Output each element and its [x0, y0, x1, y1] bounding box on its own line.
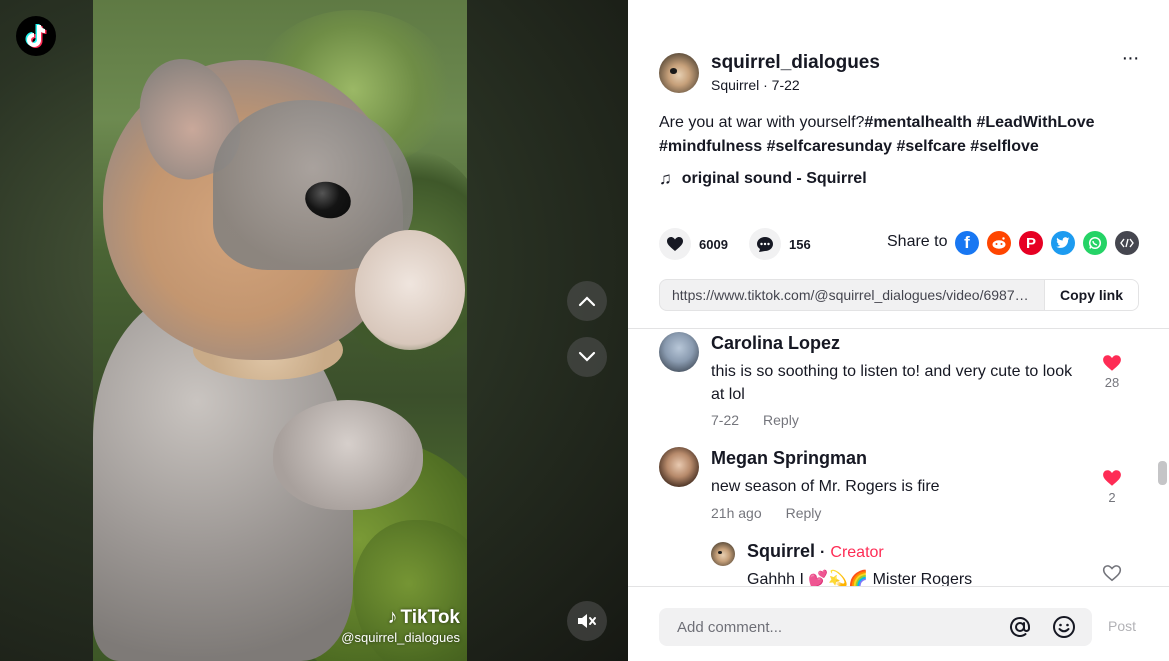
- author-avatar[interactable]: [659, 53, 699, 93]
- comment-stat: 156: [749, 228, 811, 260]
- chevron-up-icon: [578, 296, 596, 307]
- video-link-box: https://www.tiktok.com/@squirrel_dialogu…: [659, 279, 1139, 311]
- like-stat: 6009: [659, 228, 728, 260]
- comments-scrollbar[interactable]: [1158, 461, 1167, 485]
- watermark-handle: @squirrel_dialogues: [341, 630, 460, 645]
- squirrel-paw: [273, 400, 423, 510]
- commenter-avatar[interactable]: [659, 332, 699, 372]
- whatsapp-icon[interactable]: [1083, 231, 1107, 255]
- reply-author-avatar[interactable]: [711, 542, 735, 566]
- comment-text: this is so soothing to listen to! and ve…: [711, 363, 1073, 403]
- comment-like-button[interactable]: 28: [1097, 354, 1127, 390]
- hashtag[interactable]: #selfcaresunday: [767, 138, 892, 155]
- like-button[interactable]: [659, 228, 691, 260]
- comment-text: new season of Mr. Rogers is fire: [711, 478, 940, 495]
- details-panel: squirrel_dialogues Squirrel · 7-22 ··· A…: [628, 0, 1169, 661]
- author-username[interactable]: squirrel_dialogues: [711, 52, 880, 74]
- pinterest-icon[interactable]: P: [1019, 231, 1043, 255]
- comment-meta: 7-22 Reply: [711, 412, 799, 428]
- comment-list[interactable]: Carolina Lopez this is so soothing to li…: [628, 329, 1169, 586]
- heart-icon: [667, 237, 683, 251]
- reply-separator: ·: [820, 544, 826, 561]
- emoji-icon[interactable]: [1052, 615, 1076, 639]
- hashtag[interactable]: #selfcare: [896, 138, 965, 155]
- more-options-icon[interactable]: ···: [1118, 48, 1142, 72]
- hashtag[interactable]: #mindfulness: [659, 138, 762, 155]
- embed-icon[interactable]: [1115, 231, 1139, 255]
- author-subtitle: Squirrel · 7-22: [711, 77, 800, 93]
- reply-button[interactable]: Reply: [786, 505, 822, 521]
- comment-item: Carolina Lopez this is so soothing to li…: [628, 329, 1148, 439]
- creator-badge: Creator: [830, 544, 884, 561]
- music-note-icon: ♫: [659, 169, 672, 188]
- share-label: Share to: [887, 233, 948, 250]
- hashtag[interactable]: #LeadWithLove: [976, 114, 1094, 131]
- chevron-down-icon: [578, 351, 596, 362]
- comment-date: 21h ago: [711, 505, 762, 521]
- comment-item: Megan Springman new season of Mr. Rogers…: [628, 444, 1148, 539]
- music-label: original sound - Squirrel: [681, 170, 867, 187]
- description-text: Are you at war with yourself?: [659, 114, 865, 131]
- tiktok-note-icon: ♪: [387, 606, 398, 628]
- heart-filled-icon: [1103, 355, 1121, 371]
- reply-button[interactable]: Reply: [763, 412, 799, 428]
- comment-meta: 21h ago Reply: [711, 505, 821, 521]
- mention-icon[interactable]: [1008, 615, 1032, 639]
- next-video-button[interactable]: [567, 337, 607, 377]
- commenter-name[interactable]: Carolina Lopez: [711, 333, 840, 354]
- reply-item: Squirrel · Creator Gahhh I 💕💫🌈 Mister Ro…: [628, 539, 1148, 586]
- comment-like-count: 28: [1104, 375, 1120, 390]
- comment-like-button[interactable]: 2: [1097, 469, 1127, 505]
- comment-count: 156: [789, 236, 811, 252]
- hashtag[interactable]: #selflove: [970, 138, 1038, 155]
- comment-like-count: 2: [1108, 490, 1116, 505]
- music-link[interactable]: ♫ original sound - Squirrel: [659, 169, 867, 189]
- reply-like-button[interactable]: [1097, 564, 1127, 585]
- reply-author-name[interactable]: Squirrel: [747, 541, 815, 561]
- heart-outline-icon: [1102, 565, 1122, 582]
- comment-bubble-icon: [757, 236, 773, 252]
- video-player[interactable]: ♪ TikTok @squirrel_dialogues: [0, 0, 628, 661]
- mute-button[interactable]: [567, 601, 607, 641]
- previous-video-button[interactable]: [567, 281, 607, 321]
- heart-filled-icon: [1103, 470, 1121, 486]
- facebook-icon[interactable]: f: [955, 231, 979, 255]
- like-count: 6009: [699, 236, 728, 252]
- comment-button[interactable]: [749, 228, 781, 260]
- reply-author: Squirrel · Creator: [747, 541, 884, 562]
- speaker-muted-icon: [578, 614, 596, 628]
- watermark-brand: TikTok: [400, 606, 460, 628]
- video-link-url[interactable]: https://www.tiktok.com/@squirrel_dialogu…: [660, 280, 1044, 310]
- reddit-icon[interactable]: [987, 231, 1011, 255]
- copy-link-button[interactable]: Copy link: [1044, 280, 1138, 310]
- video-watermark: ♪ TikTok @squirrel_dialogues: [336, 606, 460, 645]
- post-button[interactable]: Post: [1108, 618, 1136, 634]
- video-description: Are you at war with yourself?#mentalheal…: [659, 111, 1129, 159]
- hashtag[interactable]: #mentalhealth: [864, 114, 972, 131]
- commenter-name[interactable]: Megan Springman: [711, 448, 867, 469]
- tiktok-logo-icon[interactable]: [16, 16, 56, 56]
- comment-date: 7-22: [711, 412, 740, 428]
- squirrel-muzzle: [355, 230, 465, 350]
- commenter-avatar[interactable]: [659, 447, 699, 487]
- twitter-icon[interactable]: [1051, 231, 1075, 255]
- comment-composer: Post: [628, 586, 1169, 661]
- reply-text: Gahhh I 💕💫🌈 Mister Rogers: [747, 571, 973, 586]
- video-frame[interactable]: [93, 0, 467, 661]
